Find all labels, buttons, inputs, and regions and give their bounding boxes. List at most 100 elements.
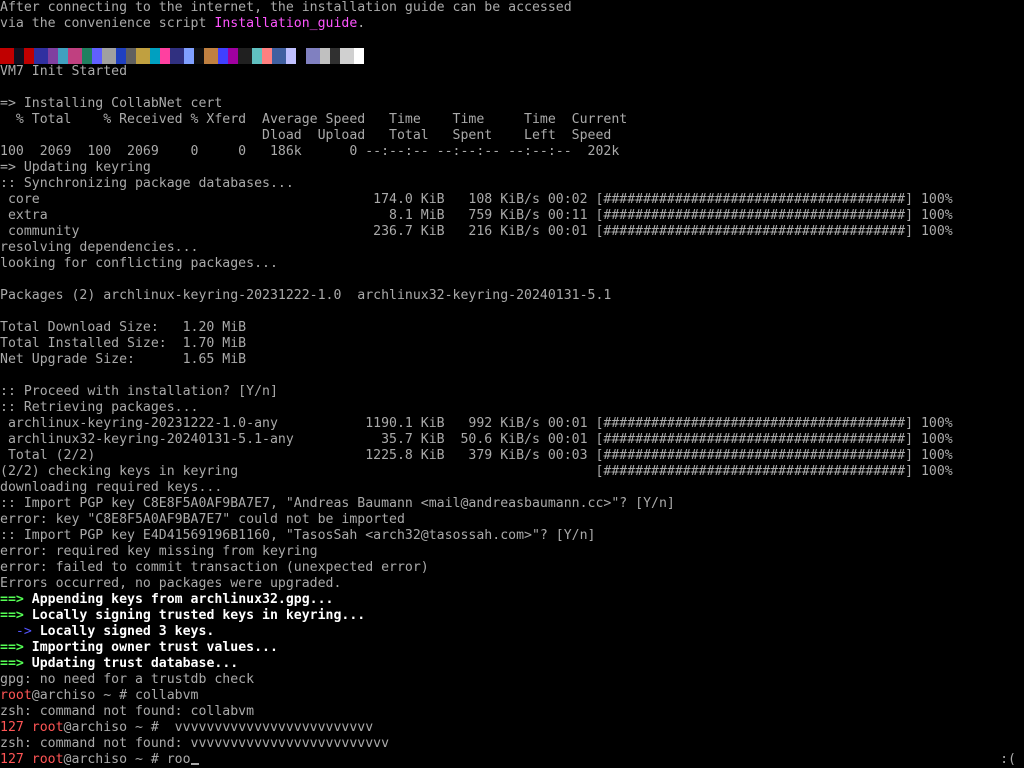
terminal-text: :: Import PGP key E4D41569196B1160, "Tas… (0, 528, 596, 543)
terminal-line: => Installing CollabNet cert (0, 96, 1024, 112)
terminal-line: :: Synchronizing package databases... (0, 176, 1024, 192)
terminal-line: Total (2/2) 1225.8 KiB 379 KiB/s 00:03 [… (0, 448, 1024, 464)
terminal-text: zsh: command not found: vvvvvvvvvvvvvvvv… (0, 736, 390, 751)
terminal-line: :: Retrieving packages... (0, 400, 1024, 416)
terminal-text: ==> (0, 608, 24, 623)
terminal-line: ==> Locally signing trusted keys in keyr… (0, 608, 1024, 624)
terminal-line: ==> Appending keys from archlinux32.gpg.… (0, 592, 1024, 608)
terminal-text: ==> (0, 640, 24, 655)
logo-block (82, 48, 92, 64)
logo-block (160, 48, 170, 64)
logo-block (0, 48, 14, 64)
terminal-line: resolving dependencies... (0, 240, 1024, 256)
logo-block (194, 48, 204, 64)
terminal-text: archlinux-keyring-20231222-1.0-any 1190.… (0, 416, 953, 431)
terminal-text: extra 8.1 MiB 759 KiB/s 00:11 [#########… (0, 208, 953, 223)
terminal-text: (2/2) checking keys in keyring [########… (0, 464, 953, 479)
terminal-line: Errors occurred, no packages were upgrad… (0, 576, 1024, 592)
terminal-text: @archiso ~ # vvvvvvvvvvvvvvvvvvvvvvvvv (63, 720, 374, 735)
terminal-line: 127 root@archiso ~ # vvvvvvvvvvvvvvvvvvv… (0, 720, 1024, 736)
terminal-text: root (31, 720, 64, 735)
terminal-line: 100 2069 100 2069 0 0 186k 0 --:--:-- --… (0, 144, 1024, 160)
terminal-text: resolving dependencies... (0, 240, 199, 255)
terminal-text: => Updating keyring (0, 160, 151, 175)
terminal-text: error: failed to commit transaction (une… (0, 560, 429, 575)
terminal-line: After connecting to the internet, the in… (0, 0, 1024, 16)
logo-block (170, 48, 184, 64)
logo-block (24, 48, 34, 64)
text-cursor (190, 763, 199, 765)
terminal-text: Total Download Size: 1.20 MiB (0, 320, 247, 335)
terminal-text: Packages (2) archlinux-keyring-20231222-… (0, 288, 612, 303)
logo-block (48, 48, 58, 64)
terminal-text: Importing owner trust values... (23, 640, 278, 655)
terminal-text: error: required key missing from keyring (0, 544, 318, 559)
logo-block (126, 48, 136, 64)
terminal-line: archlinux32-keyring-20240131-5.1-any 35.… (0, 432, 1024, 448)
terminal-text: Installation_guide (214, 16, 358, 31)
logo-block (340, 48, 354, 64)
terminal-text: VM7 Init Started (0, 64, 128, 79)
terminal-line: % Total % Received % Xferd Average Speed… (0, 112, 1024, 128)
logo-block (228, 48, 238, 64)
logo-block (262, 48, 272, 64)
terminal-text: @archiso ~ # collabvm (31, 688, 199, 703)
terminal-text: Errors occurred, no packages were upgrad… (0, 576, 342, 591)
terminal-line: looking for conflicting packages... (0, 256, 1024, 272)
terminal-text: zsh: command not found: collabvm (0, 704, 255, 719)
terminal-line: extra 8.1 MiB 759 KiB/s 00:11 [#########… (0, 208, 1024, 224)
terminal-line: ==> Importing owner trust values... (0, 640, 1024, 656)
terminal-text: Updating trust database... (23, 656, 239, 671)
terminal-line: :: Import PGP key C8E8F5A0AF9BA7E7, "And… (0, 496, 1024, 512)
logo-block (204, 48, 218, 64)
terminal-line: error: key "C8E8F5A0AF9BA7E7" could not … (0, 512, 1024, 528)
terminal-text: % Total % Received % Xferd Average Speed… (0, 112, 628, 127)
logo-block (306, 48, 320, 64)
terminal-line: ==> Updating trust database... (0, 656, 1024, 672)
terminal-text: downloading required keys... (0, 480, 223, 495)
terminal-line: core 174.0 KiB 108 KiB/s 00:02 [########… (0, 192, 1024, 208)
terminal-text: looking for conflicting packages... (0, 256, 278, 271)
terminal-text: Appending keys from archlinux32.gpg... (23, 592, 334, 607)
terminal-line: zsh: command not found: vvvvvvvvvvvvvvvv… (0, 736, 1024, 752)
terminal-screen[interactable]: After connecting to the internet, the in… (0, 0, 1024, 768)
terminal-line: error: failed to commit transaction (une… (0, 560, 1024, 576)
terminal-text: gpg: no need for a trustdb check (0, 672, 255, 687)
terminal-text: Locally signed 3 keys. (39, 624, 215, 639)
terminal-text: error: key "C8E8F5A0AF9BA7E7" could not … (0, 512, 405, 527)
logo-block (354, 48, 364, 64)
terminal-line: Dload Upload Total Spent Left Speed (0, 128, 1024, 144)
terminal-line: Packages (2) archlinux-keyring-20231222-… (0, 288, 1024, 304)
terminal-text: -> (0, 624, 40, 639)
terminal-line: VM7 Init Started (0, 64, 1024, 80)
logo-block (238, 48, 252, 64)
terminal-text: root (31, 752, 64, 767)
logo-block (218, 48, 228, 64)
terminal-text: core 174.0 KiB 108 KiB/s 00:02 [########… (0, 192, 953, 207)
terminal-text: After connecting to the internet, the in… (0, 0, 572, 15)
terminal-text: . (357, 16, 366, 31)
terminal-text: 127 (0, 720, 32, 735)
colored-logo-strip (0, 48, 1024, 64)
logo-block (252, 48, 262, 64)
terminal-text: Total Installed Size: 1.70 MiB (0, 336, 247, 351)
terminal-line: archlinux-keyring-20231222-1.0-any 1190.… (0, 416, 1024, 432)
terminal-line: root@archiso ~ # collabvm (0, 688, 1024, 704)
terminal-line: -> Locally signed 3 keys. (0, 624, 1024, 640)
terminal-line: Net Upgrade Size: 1.65 MiB (0, 352, 1024, 368)
terminal-text: @archiso ~ # roo (63, 752, 191, 767)
terminal-line: :: Import PGP key E4D41569196B1160, "Tas… (0, 528, 1024, 544)
sad-face-indicator: :( (1000, 752, 1016, 767)
terminal-text: :: Proceed with installation? [Y/n] (0, 384, 278, 399)
logo-block (68, 48, 82, 64)
terminal-text: community 236.7 KiB 216 KiB/s 00:01 [###… (0, 224, 953, 239)
terminal-text: ==> (0, 592, 24, 607)
logo-block (14, 48, 24, 64)
terminal-line: :: Proceed with installation? [Y/n] (0, 384, 1024, 400)
terminal-text: :: Synchronizing package databases... (0, 176, 294, 191)
terminal-text: 127 (0, 752, 32, 767)
